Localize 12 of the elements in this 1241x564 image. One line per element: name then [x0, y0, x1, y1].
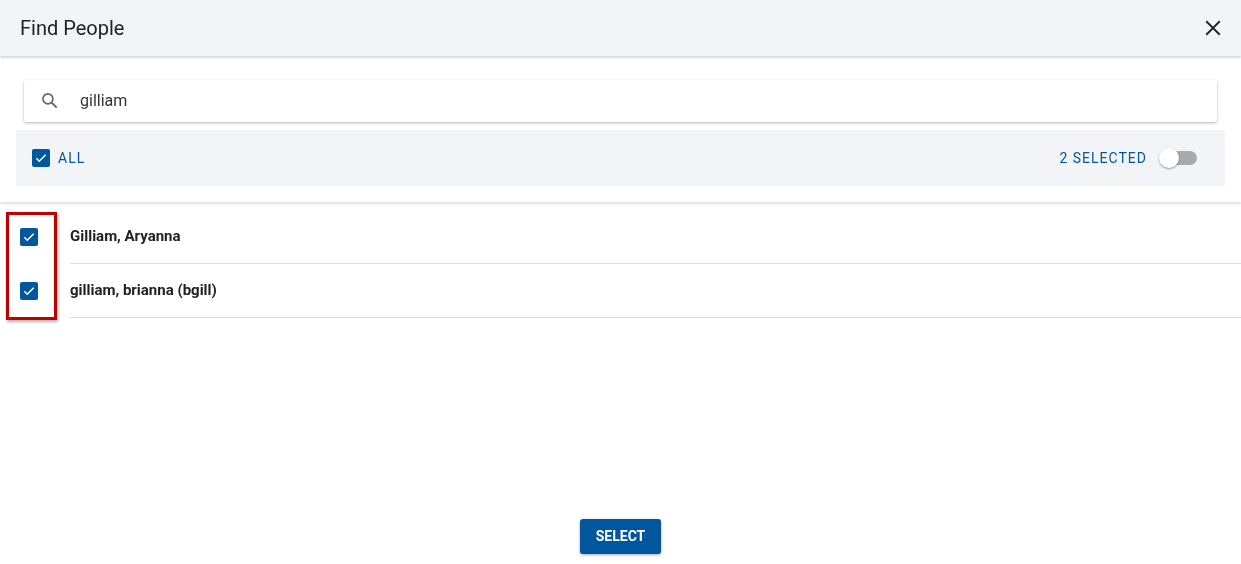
checkbox[interactable] [20, 228, 38, 246]
selected-count: 2 SELECTED [1059, 148, 1147, 168]
select-button[interactable]: SELECT [579, 519, 662, 554]
dialog-title: Find People [20, 15, 125, 42]
checkbox[interactable] [20, 282, 38, 300]
person-name[interactable]: gilliam, brianna (bgill) [70, 279, 217, 302]
checkbox[interactable] [32, 149, 50, 167]
search-field[interactable]: gilliam [24, 80, 1217, 122]
search-icon [40, 91, 60, 111]
toggle-switch[interactable] [1159, 148, 1197, 168]
all-label[interactable]: ALL [58, 147, 86, 169]
person-name[interactable]: Gilliam, Aryanna [70, 225, 181, 248]
